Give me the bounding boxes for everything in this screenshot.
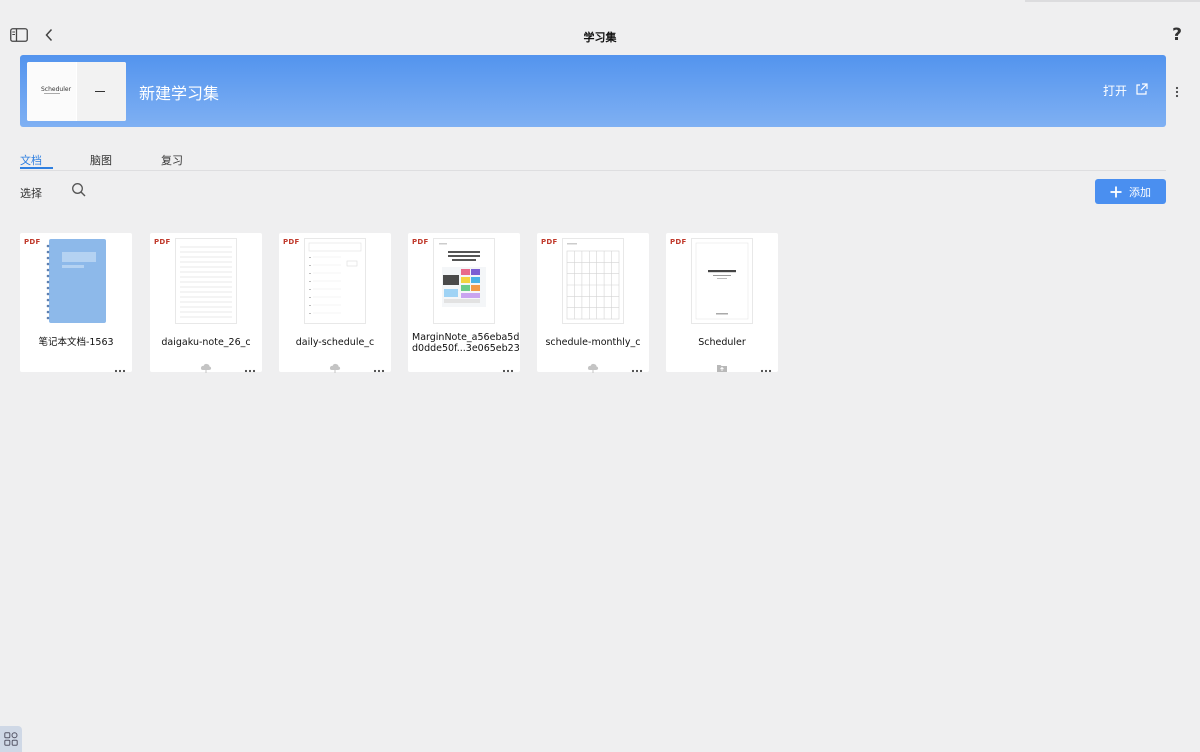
study-set-cover[interactable]: Scheduler — [27, 62, 126, 121]
help-button[interactable]: ? — [1166, 24, 1188, 46]
pdf-badge: PDF — [541, 238, 558, 246]
open-button[interactable]: 打开 — [1103, 82, 1148, 99]
document-thumbnail — [304, 238, 366, 324]
document-thumbnail — [562, 238, 624, 324]
document-thumbnail — [175, 238, 237, 324]
more-horizontal-icon[interactable] — [760, 359, 772, 373]
window-edge — [1025, 0, 1200, 2]
document-thumbnail — [433, 238, 495, 324]
tab-mindmap[interactable]: 脑图 — [90, 152, 112, 168]
pdf-badge: PDF — [670, 238, 687, 246]
document-name: MarginNote_a56eba5d d0dde50f...3e065eb23 — [412, 332, 520, 354]
open-label: 打开 — [1103, 84, 1128, 98]
tab-documents[interactable]: 文档 — [20, 152, 42, 168]
cloud-icon — [200, 358, 212, 373]
cloud-icon — [329, 358, 341, 373]
pdf-badge: PDF — [412, 238, 429, 246]
document-name: Scheduler — [698, 337, 746, 348]
more-vertical-icon[interactable] — [1171, 84, 1183, 98]
document-card[interactable]: PDF Scheduler — [666, 233, 778, 373]
search-icon[interactable] — [71, 182, 87, 198]
select-button[interactable]: 选择 — [20, 185, 42, 201]
document-card[interactable]: PDF MarginNote_a56eba5d d0dde50f...3e065… — [408, 233, 520, 373]
more-horizontal-icon[interactable] — [244, 359, 256, 373]
document-name: daily-schedule_c — [295, 337, 375, 348]
add-button[interactable]: 添加 — [1095, 179, 1166, 204]
cover-subline — [44, 93, 60, 94]
document-card[interactable]: PDF schedule-monthly_c — [537, 233, 649, 373]
pdf-badge: PDF — [24, 238, 41, 246]
more-horizontal-icon[interactable] — [502, 359, 514, 373]
pdf-badge: PDF — [283, 238, 300, 246]
external-link-icon — [1135, 82, 1148, 99]
more-horizontal-icon[interactable] — [114, 359, 126, 373]
more-horizontal-icon[interactable] — [373, 359, 385, 373]
document-card[interactable]: PDF daigaku-note_26_c — [150, 233, 262, 373]
active-tab-indicator — [20, 167, 53, 169]
cloud-icon — [587, 358, 599, 373]
document-name: 笔记本文档-1563 — [38, 337, 114, 348]
app-switcher-icon[interactable] — [0, 726, 22, 752]
tab-bar: 文档 脑图 复习 — [20, 150, 1166, 171]
document-name: schedule-monthly_c — [545, 337, 641, 348]
add-label: 添加 — [1129, 185, 1151, 199]
study-set-title: 新建学习集 — [139, 84, 220, 103]
cover-title: Scheduler — [41, 86, 72, 93]
document-thumbnail — [691, 238, 753, 324]
document-card[interactable]: PDF 笔记本文档-1563 — [20, 233, 132, 373]
cover-mark — [95, 91, 105, 92]
document-thumbnail — [45, 238, 107, 324]
document-name: daigaku-note_26_c — [161, 337, 251, 348]
document-card[interactable]: PDF daily-schedule_c — [279, 233, 391, 373]
top-bar: 学习集 ? — [0, 0, 1200, 52]
page-title: 学习集 — [583, 31, 617, 44]
tab-review[interactable]: 复习 — [161, 152, 183, 168]
pdf-badge: PDF — [154, 238, 171, 246]
folder-icon — [716, 358, 728, 372]
more-horizontal-icon[interactable] — [631, 359, 643, 373]
plus-icon — [1110, 186, 1122, 197]
study-set-banner: Scheduler 新建学习集 打开 — [20, 55, 1166, 127]
